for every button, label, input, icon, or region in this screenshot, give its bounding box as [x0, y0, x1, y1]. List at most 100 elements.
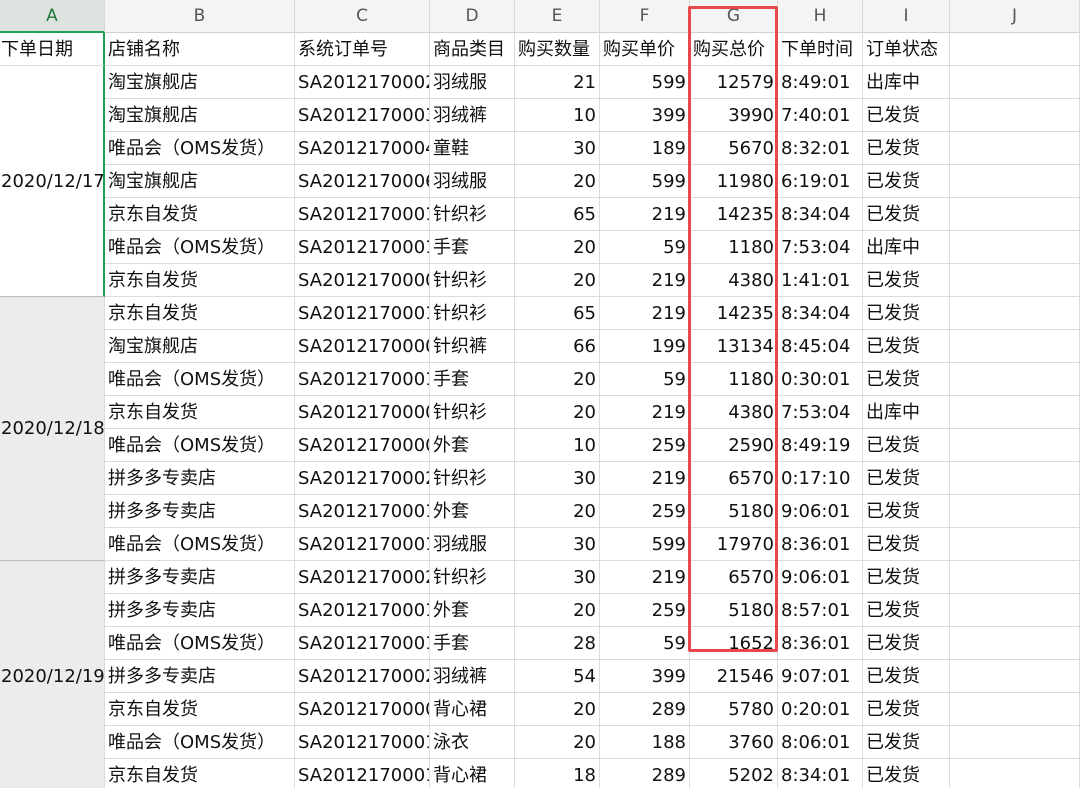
table-cell[interactable]: 已发货 [863, 297, 950, 330]
empty-cell[interactable] [950, 33, 1080, 66]
table-cell[interactable]: 针织裤 [430, 330, 515, 363]
empty-cell[interactable] [950, 627, 1080, 660]
table-cell[interactable]: 羽绒服 [430, 66, 515, 99]
table-cell[interactable]: 8:34:04 [778, 297, 863, 330]
table-cell[interactable]: 2590 [690, 429, 778, 462]
table-cell[interactable]: 淘宝旗舰店 [105, 66, 295, 99]
table-cell[interactable]: 14235 [690, 198, 778, 231]
empty-cell[interactable] [950, 165, 1080, 198]
empty-cell[interactable] [950, 66, 1080, 99]
merged-date-cell[interactable]: 2020/12/18 [0, 297, 105, 561]
empty-cell[interactable] [950, 726, 1080, 759]
table-cell[interactable]: 11980 [690, 165, 778, 198]
table-cell[interactable]: 泳衣 [430, 726, 515, 759]
table-cell[interactable]: 已发货 [863, 363, 950, 396]
table-cell[interactable]: 4380 [690, 396, 778, 429]
table-cell[interactable]: 66 [515, 330, 600, 363]
table-cell[interactable]: 8:36:01 [778, 627, 863, 660]
table-cell[interactable]: 唯品会（OMS发货） [105, 231, 295, 264]
merged-date-cell[interactable]: 2020/12/17 [0, 66, 105, 297]
table-cell[interactable]: 拼多多专卖店 [105, 561, 295, 594]
table-cell[interactable]: 针织衫 [430, 396, 515, 429]
table-cell[interactable]: 唯品会（OMS发货） [105, 429, 295, 462]
table-cell[interactable]: 外套 [430, 495, 515, 528]
table-cell[interactable]: 8:34:01 [778, 759, 863, 788]
table-cell[interactable]: 京东自发货 [105, 759, 295, 788]
table-cell[interactable]: 14235 [690, 297, 778, 330]
table-cell[interactable]: 京东自发货 [105, 693, 295, 726]
table-cell[interactable]: 219 [600, 561, 690, 594]
table-cell[interactable]: 6570 [690, 561, 778, 594]
table-cell[interactable]: 21 [515, 66, 600, 99]
table-cell[interactable]: 已发货 [863, 165, 950, 198]
table-cell[interactable]: 399 [600, 99, 690, 132]
table-cell[interactable]: 21546 [690, 660, 778, 693]
table-cell[interactable]: 出库中 [863, 231, 950, 264]
table-cell[interactable]: 5670 [690, 132, 778, 165]
table-cell[interactable]: 219 [600, 462, 690, 495]
table-cell[interactable]: 259 [600, 495, 690, 528]
table-cell[interactable]: SA2012170002 [295, 462, 430, 495]
table-cell[interactable]: SA2012170000 [295, 264, 430, 297]
table-cell[interactable]: 289 [600, 759, 690, 788]
header-cell[interactable]: 系统订单号 [295, 33, 430, 66]
column-header-e[interactable]: E [515, 0, 600, 33]
empty-cell[interactable] [950, 297, 1080, 330]
table-cell[interactable]: 7:40:01 [778, 99, 863, 132]
table-cell[interactable]: 599 [600, 528, 690, 561]
table-cell[interactable]: 已发货 [863, 693, 950, 726]
table-cell[interactable]: 针织衫 [430, 264, 515, 297]
table-cell[interactable]: 唯品会（OMS发货） [105, 528, 295, 561]
table-cell[interactable]: 羽绒裤 [430, 99, 515, 132]
table-cell[interactable]: 羽绒裤 [430, 660, 515, 693]
table-cell[interactable]: SA2012170004 [295, 132, 430, 165]
table-cell[interactable]: 30 [515, 528, 600, 561]
table-cell[interactable]: 259 [600, 594, 690, 627]
table-cell[interactable]: SA2012170001 [295, 759, 430, 788]
table-cell[interactable]: 淘宝旗舰店 [105, 330, 295, 363]
table-cell[interactable]: 外套 [430, 594, 515, 627]
header-cell[interactable]: 购买单价 [600, 33, 690, 66]
header-cell[interactable]: 店铺名称 [105, 33, 295, 66]
table-cell[interactable]: SA2012170002 [295, 66, 430, 99]
table-cell[interactable]: 18 [515, 759, 600, 788]
table-cell[interactable]: 童鞋 [430, 132, 515, 165]
table-cell[interactable]: 针织衫 [430, 198, 515, 231]
table-cell[interactable]: 30 [515, 561, 600, 594]
column-header-h[interactable]: H [778, 0, 863, 33]
table-cell[interactable]: SA2012170001 [295, 297, 430, 330]
empty-cell[interactable] [950, 99, 1080, 132]
header-cell[interactable]: 商品类目 [430, 33, 515, 66]
table-cell[interactable]: 188 [600, 726, 690, 759]
empty-cell[interactable] [950, 330, 1080, 363]
table-cell[interactable]: 1180 [690, 231, 778, 264]
table-cell[interactable]: 20 [515, 363, 600, 396]
table-cell[interactable]: 20 [515, 726, 600, 759]
table-cell[interactable]: 4380 [690, 264, 778, 297]
table-cell[interactable]: 背心裙 [430, 759, 515, 788]
table-cell[interactable]: 5202 [690, 759, 778, 788]
table-cell[interactable]: 12579 [690, 66, 778, 99]
table-cell[interactable]: 7:53:04 [778, 396, 863, 429]
table-cell[interactable]: 已发货 [863, 132, 950, 165]
table-cell[interactable]: SA2012170000 [295, 330, 430, 363]
table-cell[interactable]: 针织衫 [430, 561, 515, 594]
table-cell[interactable]: 淘宝旗舰店 [105, 99, 295, 132]
table-cell[interactable]: 8:45:04 [778, 330, 863, 363]
table-cell[interactable]: 0:30:01 [778, 363, 863, 396]
table-cell[interactable]: 已发货 [863, 561, 950, 594]
table-cell[interactable]: 219 [600, 297, 690, 330]
table-cell[interactable]: SA2012170001 [295, 231, 430, 264]
table-cell[interactable]: 唯品会（OMS发货） [105, 363, 295, 396]
table-cell[interactable]: SA2012170003 [295, 99, 430, 132]
table-cell[interactable]: 已发货 [863, 330, 950, 363]
table-cell[interactable]: 针织衫 [430, 297, 515, 330]
table-cell[interactable]: 羽绒服 [430, 165, 515, 198]
table-cell[interactable]: 3760 [690, 726, 778, 759]
header-cell[interactable]: 购买数量 [515, 33, 600, 66]
table-cell[interactable]: 针织衫 [430, 462, 515, 495]
table-cell[interactable]: 已发货 [863, 264, 950, 297]
header-cell[interactable]: 下单时间 [778, 33, 863, 66]
table-cell[interactable]: 出库中 [863, 66, 950, 99]
table-cell[interactable]: 已发货 [863, 462, 950, 495]
